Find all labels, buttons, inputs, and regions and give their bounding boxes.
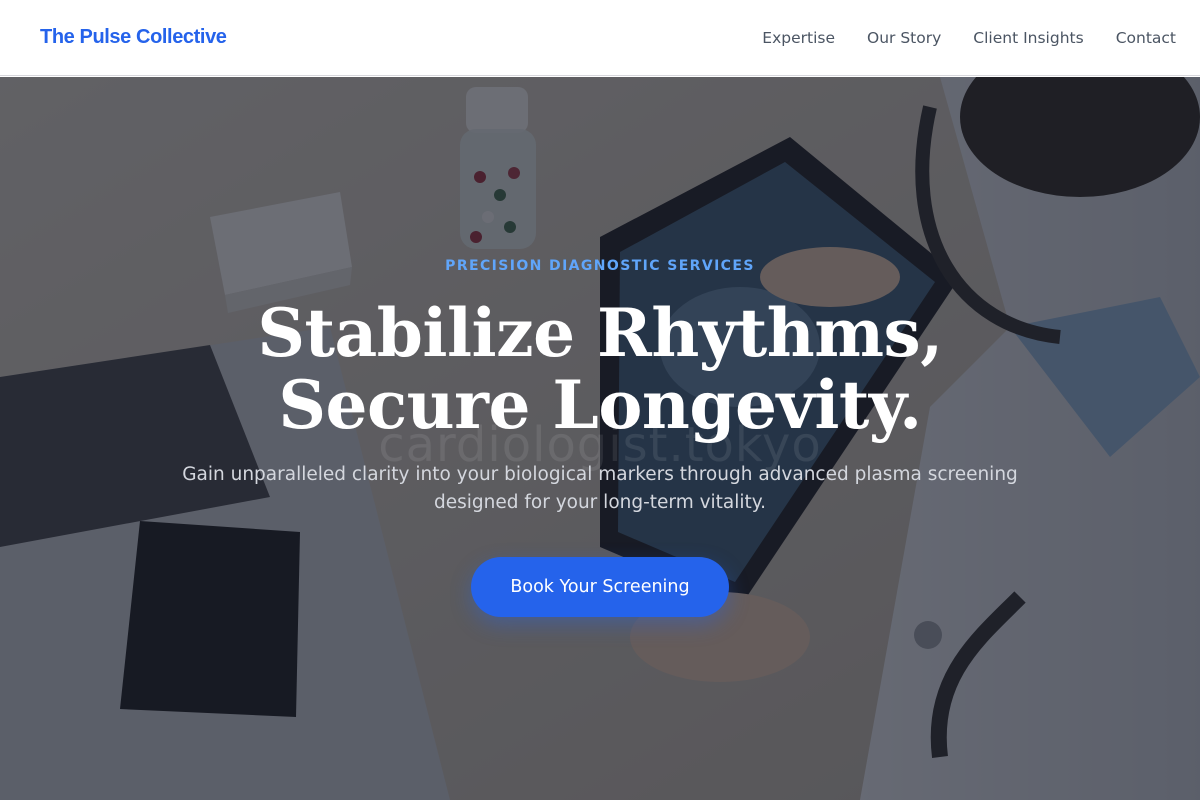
headline-line-1: Stabilize Rhythms, bbox=[257, 294, 943, 372]
hero-section: PRECISION DIAGNOSTIC SERVICES Stabilize … bbox=[0, 77, 1200, 800]
hero-subtext: Gain unparalleled clarity into your biol… bbox=[182, 464, 1018, 513]
hero-eyebrow: PRECISION DIAGNOSTIC SERVICES bbox=[445, 258, 755, 274]
main-nav: Expertise Our Story Client Insights Cont… bbox=[730, 29, 1176, 47]
book-screening-button[interactable]: Book Your Screening bbox=[471, 557, 729, 617]
brand-logo[interactable]: The Pulse Collective bbox=[40, 26, 227, 49]
nav-link-expertise[interactable]: Expertise bbox=[762, 29, 835, 47]
hero-content: PRECISION DIAGNOSTIC SERVICES Stabilize … bbox=[0, 77, 1200, 800]
nav-link-our-story[interactable]: Our Story bbox=[867, 29, 941, 47]
top-navbar: The Pulse Collective Expertise Our Story… bbox=[0, 0, 1200, 76]
nav-link-contact[interactable]: Contact bbox=[1116, 29, 1176, 47]
nav-link-client-insights[interactable]: Client Insights bbox=[973, 29, 1083, 47]
